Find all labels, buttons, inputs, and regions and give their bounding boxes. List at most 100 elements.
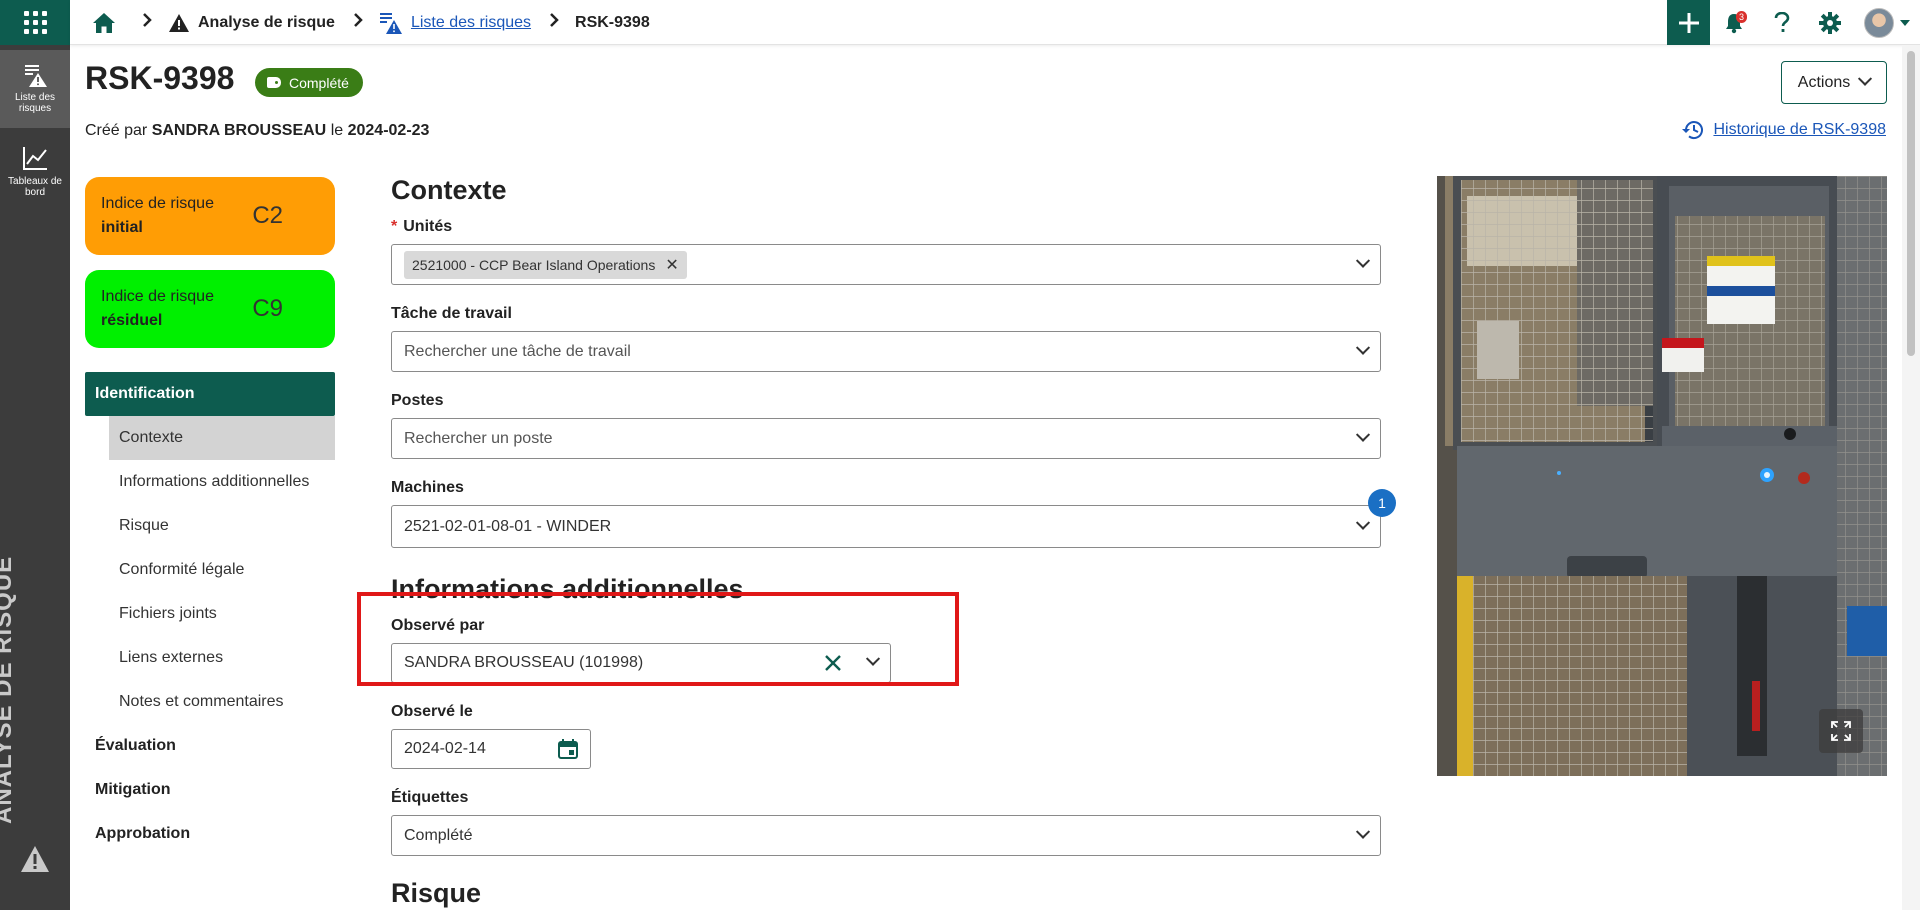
observed-on-value: 2024-02-14: [404, 740, 486, 757]
task-label: Tâche de travail: [391, 305, 512, 322]
fullscreen-expand-icon: [1831, 721, 1851, 741]
breadcrumb-risk-list-link[interactable]: Liste des risques: [411, 14, 531, 32]
unit-chip: 2521000 - CCP Bear Island Operations ✕: [404, 250, 687, 279]
created-mid: le: [330, 122, 344, 139]
observed-on-date-field[interactable]: 2024-02-14: [391, 729, 591, 769]
units-label: * Unités: [391, 218, 453, 235]
help-button[interactable]: [1758, 0, 1806, 45]
section-nav-notes-commentaires[interactable]: Notes et commentaires: [85, 680, 335, 724]
caret-down-icon: [1900, 19, 1910, 26]
breadcrumb-chevron-icon: [353, 13, 363, 32]
machines-label: Machines: [391, 479, 464, 496]
units-select[interactable]: 2521000 - CCP Bear Island Operations ✕: [391, 244, 1381, 285]
settings-button[interactable]: [1806, 0, 1854, 45]
section-nav-fichiers-joints[interactable]: Fichiers joints: [85, 592, 335, 636]
section-nav-evaluation[interactable]: Évaluation: [85, 724, 335, 768]
section-title-risque: Risque: [391, 878, 482, 908]
postes-select[interactable]: Rechercher un poste: [391, 418, 1381, 459]
apps-grid-icon: [23, 11, 47, 34]
machines-count-badge: 1: [1368, 489, 1396, 517]
create-new-button[interactable]: [1667, 0, 1710, 45]
rail-item-dashboards[interactable]: Tableaux de bord: [0, 140, 70, 210]
page-title: RSK-9398: [85, 60, 235, 96]
top-bar: Analyse de risque Liste des risques RSK-…: [70, 0, 1920, 45]
breadcrumb: Analyse de risque Liste des risques RSK-…: [92, 0, 650, 45]
module-vertical-label: ANALYSE DE RISQUE: [0, 555, 17, 824]
section-title-contexte: Contexte: [391, 175, 507, 205]
postes-label: Postes: [391, 392, 444, 409]
remove-unit-icon[interactable]: ✕: [665, 255, 678, 275]
risk-card-value: C9: [252, 295, 283, 322]
user-menu-button[interactable]: [1854, 0, 1920, 45]
avatar: [1864, 7, 1894, 38]
scrollbar-thumb[interactable]: [1907, 51, 1915, 356]
risk-card-label: Indice de risque: [101, 195, 214, 212]
home-icon[interactable]: [92, 12, 116, 34]
task-select[interactable]: Rechercher une tâche de travail: [391, 331, 1381, 372]
task-placeholder: Rechercher une tâche de travail: [404, 342, 631, 360]
section-nav-approbation[interactable]: Approbation: [85, 812, 335, 856]
rail-item-label: Tableaux de bord: [8, 176, 62, 198]
calendar-icon[interactable]: [558, 739, 578, 759]
breadcrumb-chevron-icon: [549, 13, 559, 32]
history-link[interactable]: Historique de RSK-9398: [1681, 119, 1886, 141]
dashboard-chart-icon: [23, 147, 47, 170]
machines-select[interactable]: 2521-02-01-08-01 - WINDER 1: [391, 489, 1396, 548]
section-nav-informations-additionnelles[interactable]: Informations additionnelles: [85, 460, 335, 504]
created-info: Créé par SANDRA BROUSSEAU le 2024-02-23: [85, 122, 429, 140]
rail-item-risk-list[interactable]: Liste des risques: [0, 50, 70, 128]
risk-card-label-bold: résiduel: [101, 312, 163, 329]
chevron-down-icon[interactable]: [1355, 340, 1371, 355]
section-nav-conformite-legale[interactable]: Conformité légale: [85, 548, 335, 592]
risk-card-label: Indice de risque: [101, 288, 214, 305]
risk-list-icon: [379, 11, 403, 35]
gear-icon: [1819, 11, 1841, 34]
chevron-down-icon[interactable]: [1355, 253, 1371, 268]
breadcrumb-chevron-icon: [142, 13, 152, 32]
risk-form: Contexte * Unités 2521000 - CCP Bear Isla…: [391, 175, 1396, 909]
postes-placeholder: Rechercher un poste: [404, 429, 553, 447]
risk-card-value: C2: [252, 202, 283, 229]
history-link-label: Historique de RSK-9398: [1713, 121, 1886, 138]
rail-item-label: Liste des risques: [14, 92, 56, 114]
section-nav-identification[interactable]: Identification: [85, 372, 335, 416]
expand-photo-button[interactable]: [1819, 709, 1863, 753]
page-scrollbar[interactable]: [1902, 45, 1920, 910]
warning-triangle-icon: [168, 13, 190, 33]
risk-photo[interactable]: [1437, 176, 1887, 776]
chevron-down-icon[interactable]: [1355, 515, 1371, 530]
machines-value: 2521-02-01-08-01 - WINDER: [404, 517, 612, 535]
section-nav-contexte[interactable]: Contexte: [109, 416, 335, 460]
notifications-button[interactable]: 3: [1710, 0, 1758, 45]
notification-badge: 3: [1736, 11, 1748, 23]
chevron-down-icon: [1858, 71, 1873, 86]
breadcrumb-module[interactable]: Analyse de risque: [198, 14, 335, 32]
tags-select[interactable]: Complété: [391, 815, 1381, 856]
status-badge: Complété: [255, 68, 363, 97]
residual-risk-index-card: Indice de risque résiduel C9: [85, 270, 335, 348]
section-nav-risque[interactable]: Risque: [85, 504, 335, 548]
warning-triangle-icon: [21, 846, 49, 872]
risk-list-icon: [25, 65, 47, 87]
module-vertical-title: ANALYSE DE RISQUE: [0, 524, 52, 874]
risk-card-label-bold: initial: [101, 219, 143, 236]
actions-label: Actions: [1797, 73, 1851, 91]
created-date: 2024-02-23: [347, 122, 430, 139]
observed-on-label: Observé le: [391, 703, 473, 720]
chevron-down-icon[interactable]: [1355, 824, 1371, 839]
actions-dropdown-button[interactable]: Actions: [1781, 61, 1887, 104]
tags-value: Complété: [404, 826, 473, 844]
apps-launcher-button[interactable]: [0, 0, 70, 45]
section-nav-mitigation[interactable]: Mitigation: [85, 768, 335, 812]
section-nav: Identification Contexte Informations add…: [85, 372, 335, 856]
machine-photo-illustration: [1437, 176, 1887, 776]
status-badge-label: Complété: [289, 74, 349, 91]
history-clock-icon: [1682, 121, 1704, 140]
plus-icon: [1678, 12, 1699, 33]
created-prefix: Créé par: [85, 122, 148, 139]
chevron-down-icon[interactable]: [1355, 427, 1371, 442]
section-nav-liens-externes[interactable]: Liens externes: [85, 636, 335, 680]
top-bar-actions: 3: [1667, 0, 1920, 45]
initial-risk-index-card: Indice de risque initial C2: [85, 177, 335, 255]
tags-label: Étiquettes: [391, 789, 469, 806]
